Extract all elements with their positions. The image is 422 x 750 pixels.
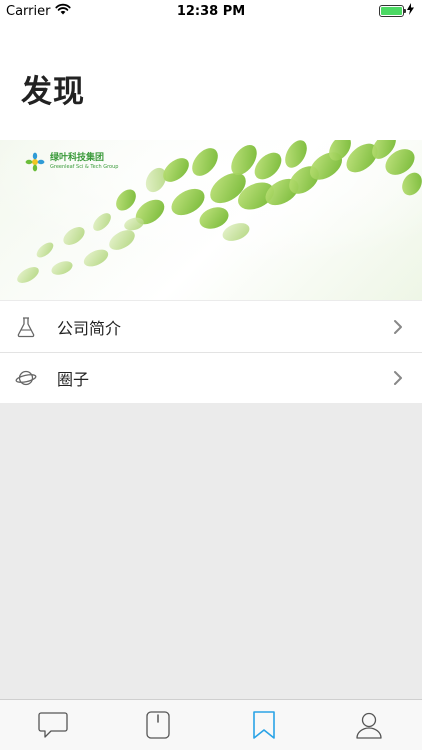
flask-icon bbox=[15, 316, 37, 338]
battery-fill bbox=[381, 7, 402, 15]
tab-profile[interactable] bbox=[317, 700, 422, 750]
battery-icon bbox=[379, 5, 406, 17]
chevron-right-icon bbox=[386, 315, 410, 339]
tab-discover[interactable] bbox=[211, 700, 317, 750]
status-right bbox=[379, 3, 414, 19]
company-logo: 绿叶科技集团 Greenleaf Sci & Tech Group bbox=[24, 152, 118, 172]
planet-icon bbox=[15, 367, 37, 389]
phone-device-icon bbox=[146, 711, 170, 739]
page-title: 发现 bbox=[21, 74, 85, 110]
discover-menu: 公司简介 圈子 bbox=[0, 301, 422, 403]
wifi-icon bbox=[55, 3, 72, 19]
logo-mark-icon bbox=[25, 152, 45, 172]
charging-icon bbox=[407, 3, 414, 19]
bookmark-icon bbox=[252, 711, 275, 739]
banner[interactable]: 绿叶科技集团 Greenleaf Sci & Tech Group bbox=[0, 140, 422, 300]
menu-item-label: 圈子 bbox=[57, 369, 90, 389]
logo-text: 绿叶科技集团 Greenleaf Sci & Tech Group bbox=[50, 154, 118, 170]
status-left: Carrier bbox=[6, 3, 72, 19]
status-bar: Carrier 12:38 PM bbox=[0, 0, 422, 22]
menu-item-company-profile[interactable]: 公司简介 bbox=[0, 301, 422, 352]
header: 发现 bbox=[0, 22, 422, 140]
tab-device[interactable] bbox=[106, 700, 212, 750]
logo-text-cn: 绿叶科技集团 bbox=[50, 153, 105, 163]
chevron-right-icon bbox=[386, 366, 410, 390]
tab-messages[interactable] bbox=[0, 700, 106, 750]
chat-bubble-icon bbox=[38, 712, 68, 738]
user-icon bbox=[356, 712, 382, 739]
menu-item-label: 公司简介 bbox=[57, 318, 122, 338]
tab-bar bbox=[0, 699, 422, 750]
logo-text-en: Greenleaf Sci & Tech Group bbox=[50, 164, 119, 170]
carrier-label: Carrier bbox=[6, 3, 51, 19]
menu-item-circle[interactable]: 圈子 bbox=[0, 352, 422, 403]
